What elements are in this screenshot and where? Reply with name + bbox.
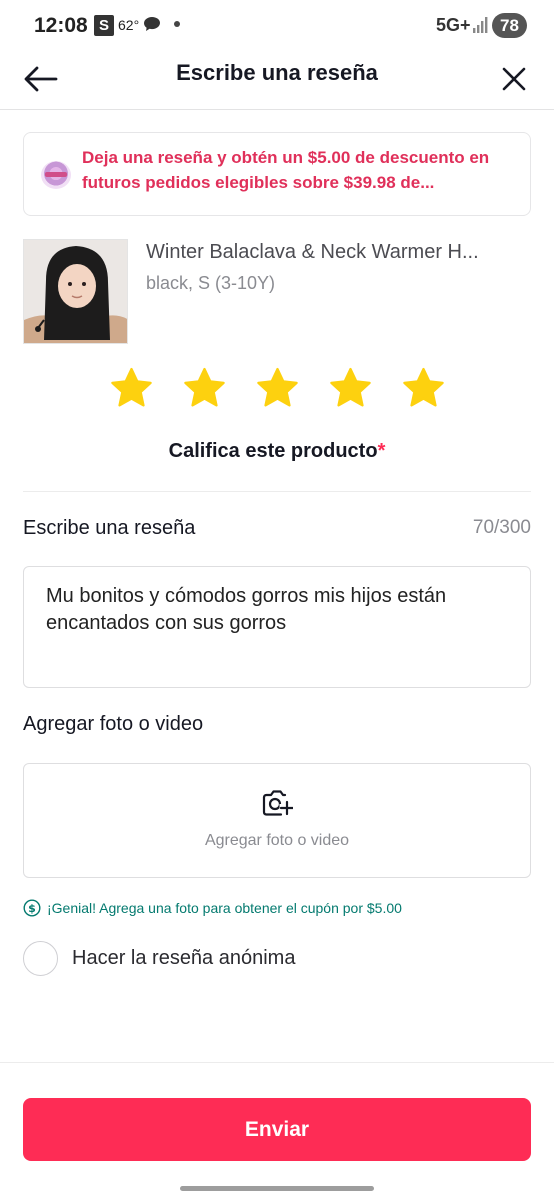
section-divider xyxy=(23,491,531,492)
battery-indicator: 78 xyxy=(492,13,527,38)
product-card: Winter Balaclava & Neck Warmer H... blac… xyxy=(23,239,531,345)
footer-divider xyxy=(0,1062,554,1063)
promo-text: Deja una reseña y obtén un $5.00 de desc… xyxy=(82,148,490,192)
add-media-button[interactable]: Agregar foto o video xyxy=(23,763,531,878)
svg-text:$: $ xyxy=(28,902,36,915)
signal-icon xyxy=(473,17,488,33)
status-bar: 12:08 S 62° 5G+ 78 xyxy=(0,0,554,52)
anonymous-review-toggle[interactable]: Hacer la reseña anónima xyxy=(23,940,295,976)
page-title: Escribe una reseña xyxy=(176,60,378,85)
coupon-hint-text: ¡Genial! Agrega una foto para obtener el… xyxy=(47,900,402,916)
required-mark: * xyxy=(377,440,386,462)
media-section-title: Agregar foto o video xyxy=(23,713,204,735)
review-section-title: Escribe una reseña xyxy=(23,517,196,539)
app-header: Escribe una reseña xyxy=(0,52,554,110)
review-char-count: 70/300 xyxy=(472,517,531,538)
star-icon[interactable] xyxy=(328,366,373,411)
product-variant: black, S (3-10Y) xyxy=(146,273,276,293)
star-icon[interactable] xyxy=(401,366,446,411)
notification-dot-icon xyxy=(174,21,180,27)
product-name: Winter Balaclava & Neck Warmer H... xyxy=(146,241,479,263)
rating-label: Califica este producto* xyxy=(0,440,554,463)
status-temperature: 62° xyxy=(118,17,140,33)
anonymous-radio[interactable] xyxy=(23,940,58,976)
rating-label-text: Califica este producto xyxy=(168,440,378,462)
product-image xyxy=(23,239,128,344)
close-button[interactable] xyxy=(493,58,535,100)
status-time: 12:08 xyxy=(34,14,88,37)
dollar-circle-icon: $ xyxy=(23,899,41,917)
star-icon[interactable] xyxy=(182,366,227,411)
review-textarea[interactable]: Mu bonitos y cómodos gorros mis hijos es… xyxy=(23,566,531,688)
status-s-badge: S xyxy=(94,15,114,36)
anonymous-review-label: Hacer la reseña anónima xyxy=(72,946,296,969)
submit-button[interactable]: Enviar xyxy=(23,1098,531,1161)
chat-bubble-icon xyxy=(144,17,160,31)
close-icon xyxy=(502,67,526,91)
promo-banner[interactable]: Deja una reseña y obtén un $5.00 de desc… xyxy=(23,132,531,216)
coupon-hint: $ ¡Genial! Agrega una foto para obtener … xyxy=(23,898,402,918)
home-indicator[interactable] xyxy=(180,1186,374,1191)
star-rating xyxy=(0,366,554,416)
status-network: 5G+ xyxy=(436,15,471,35)
star-icon[interactable] xyxy=(109,366,154,411)
star-icon[interactable] xyxy=(255,366,300,411)
add-media-label: Agregar foto o video xyxy=(204,832,350,849)
camera-add-icon xyxy=(262,790,293,816)
promo-coupon-icon xyxy=(41,161,71,189)
